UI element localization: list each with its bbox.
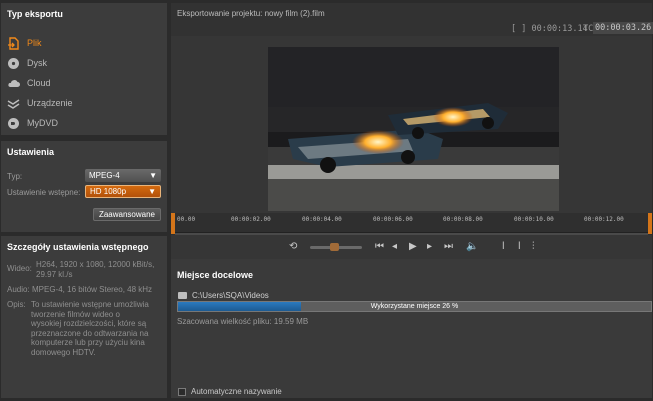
in-out-timecode: [ ] 00:00:13.14 (511, 24, 588, 34)
video-label: Wideo: (7, 264, 32, 273)
loop-icon[interactable]: ⟲ (289, 241, 297, 253)
audio-label: Audio: (7, 285, 30, 294)
settings-panel: Ustawienia Typ: MPEG-4 ▼ Ustawienie wstę… (1, 141, 167, 232)
type-select-value: MPEG-4 (89, 171, 120, 180)
preset-select[interactable]: HD 1080p ▼ (85, 185, 161, 198)
destination-path: C:\Users\SQA\Videos (192, 291, 269, 300)
go-to-end-icon[interactable]: ⏭ (444, 241, 453, 253)
estimated-file-size: Szacowana wielkość pliku: 19.59 MB (177, 317, 309, 326)
chevron-down-icon: ▼ (149, 171, 157, 180)
type-select[interactable]: MPEG-4 ▼ (85, 169, 161, 182)
tick-label: 00:00:04.00 (302, 216, 342, 223)
volume-icon[interactable]: 🔈 (466, 241, 478, 253)
type-item-mydvd[interactable]: MyDVD (7, 115, 58, 131)
transport-controls: ⟲ ⏮ ◂ ▶ ▸ ⏭ 🔈 ǀ ǀ ⫶ (171, 235, 652, 259)
race-car-frame (268, 47, 559, 211)
type-item-device[interactable]: Urządzenie (7, 95, 73, 111)
type-item-device-label: Urządzenie (27, 98, 73, 108)
mark-out-icon[interactable]: ǀ (518, 241, 521, 253)
file-arrow-icon (7, 36, 20, 50)
cloud-icon (7, 77, 20, 90)
auto-naming-label: Automatyczne nazywanie (191, 387, 282, 396)
tick-label: 00:00:06.00 (373, 216, 413, 223)
disk-usage-bar: Wykorzystane miejsce 26 % (177, 301, 652, 312)
device-icon (7, 97, 20, 110)
type-item-file-label: Plik (27, 38, 42, 48)
mydvd-icon (7, 117, 20, 130)
destination-folder[interactable]: C:\Users\SQA\Videos (178, 291, 269, 300)
timeline-ruler[interactable]: 00.00 00:00:02.00 00:00:04.00 00:00:06.0… (171, 213, 652, 236)
current-timecode[interactable]: 00:00:03.26 (593, 22, 653, 34)
tick-label: 00:00:10.00 (514, 216, 554, 223)
tick-label: 00:00:12.00 (584, 216, 624, 223)
type-item-disc-label: Dysk (27, 58, 47, 68)
step-back-icon[interactable]: ◂ (392, 241, 397, 253)
trim-icon[interactable]: ⫶ (532, 241, 535, 253)
preset-select-value: HD 1080p (90, 187, 127, 196)
project-title: Eksportowanie projektu: nowy film (2).fi… (177, 9, 325, 18)
type-item-disc[interactable]: Dysk (7, 55, 47, 71)
preset-details-title: Szczegóły ustawienia wstępnego (7, 242, 149, 252)
chevron-down-icon: ▼ (148, 187, 156, 196)
auto-naming-checkbox[interactable]: Automatyczne nazywanie (178, 387, 282, 396)
destination-title: Miejsce docelowe (177, 270, 254, 280)
shuttle-slider[interactable] (310, 243, 362, 251)
advanced-button[interactable]: Zaawansowane (93, 208, 161, 221)
shuttle-knob[interactable] (330, 243, 339, 251)
type-item-cloud[interactable]: Cloud (7, 75, 51, 91)
export-type-panel: Typ eksportu Plik Dysk Cloud Urządzenie … (1, 3, 167, 135)
preview-area: Eksportowanie projektu: nowy film (2).fi… (171, 3, 653, 398)
preview-header: Eksportowanie projektu: nowy film (2).fi… (171, 3, 653, 36)
out-marker[interactable] (648, 213, 652, 234)
video-value: H264, 1920 x 1080, 12000 kBit/s, 29.97 k… (36, 260, 155, 279)
settings-title: Ustawienia (7, 147, 55, 157)
type-item-file[interactable]: Plik (7, 35, 42, 51)
type-item-cloud-label: Cloud (27, 78, 51, 88)
tick-label: 00:00:02.00 (231, 216, 271, 223)
type-item-mydvd-label: MyDVD (27, 118, 58, 128)
destination-panel: Miejsce docelowe C:\Users\SQA\Videos Wyk… (171, 263, 652, 398)
play-icon[interactable]: ▶ (409, 241, 417, 253)
disk-usage-text: Wykorzystane miejsce 26 % (370, 303, 459, 310)
step-forward-icon[interactable]: ▸ (427, 241, 432, 253)
video-preview (268, 47, 559, 211)
export-type-title: Typ eksportu (7, 9, 63, 19)
mark-in-icon[interactable]: ǀ (502, 241, 505, 253)
tick-label: 00.00 (177, 216, 196, 223)
description-value: To ustawienie wstępne umożliwia tworzeni… (31, 300, 149, 357)
tick-label: 00:00:08.00 (443, 216, 483, 223)
go-to-start-icon[interactable]: ⏮ (375, 241, 384, 253)
type-label: Typ: (7, 172, 23, 181)
in-marker[interactable] (171, 213, 175, 234)
audio-value: MPEG-4, 16 bitów Stereo, 48 kHz (32, 285, 153, 294)
checkbox-box[interactable] (178, 387, 186, 396)
folder-icon (178, 292, 187, 299)
preset-details-panel: Szczegóły ustawienia wstępnego Wideo: H2… (1, 232, 167, 398)
tc-label: TC (583, 24, 594, 34)
preset-label: Ustawienie wstępne: (7, 188, 81, 197)
description-label: Opis: (7, 300, 26, 309)
disc-icon (7, 57, 20, 70)
